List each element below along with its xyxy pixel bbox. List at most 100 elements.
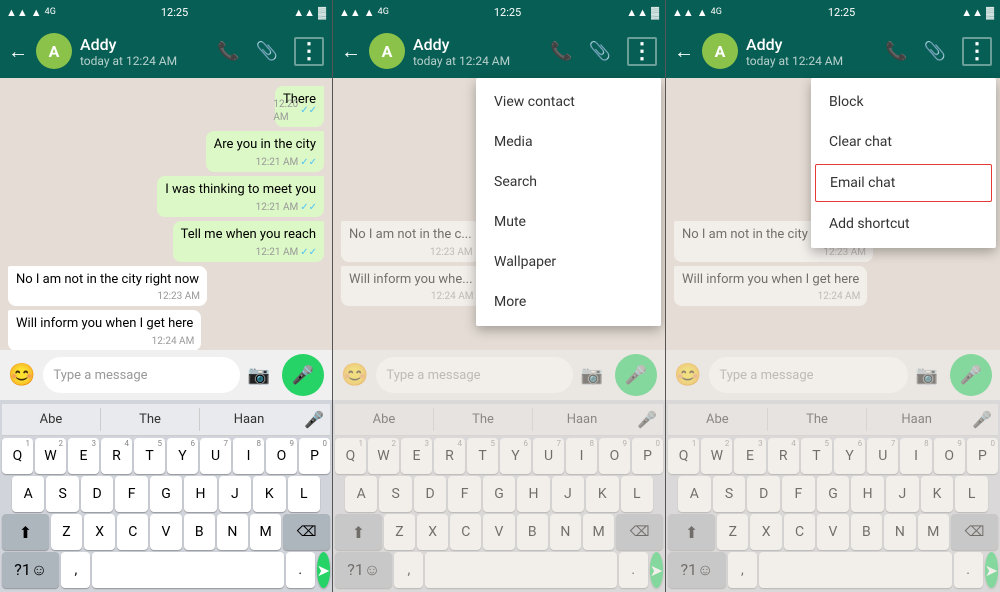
message-input-1[interactable]: Type a message [43, 357, 239, 393]
key-o-1[interactable]: O9 [266, 438, 297, 474]
mic-key-1[interactable]: 🎤 [298, 410, 330, 429]
key-i-1[interactable]: I8 [233, 438, 264, 474]
key-z-3[interactable]: Z [717, 514, 748, 550]
key-z-1[interactable]: Z [51, 514, 82, 550]
key-c-2[interactable]: C [450, 514, 481, 550]
key-b-3[interactable]: B [851, 514, 882, 550]
key-x-3[interactable]: X [750, 514, 781, 550]
key-m-2[interactable]: M [583, 514, 614, 550]
avatar-2[interactable]: A [369, 33, 405, 69]
key-i-2[interactable]: I8 [566, 438, 597, 474]
key-m-3[interactable]: M [918, 514, 949, 550]
key-emoji-3[interactable]: ?1☺ [668, 552, 726, 588]
key-j-3[interactable]: J [886, 476, 919, 512]
attachment-icon-3[interactable]: 📎 [924, 41, 946, 62]
dropdown-block[interactable]: Block [811, 82, 996, 122]
camera-button-3[interactable]: 📷 [916, 365, 938, 386]
key-w-3[interactable]: W2 [701, 438, 732, 474]
key-f-3[interactable]: F [782, 476, 815, 512]
key-g-1[interactable]: G [150, 476, 182, 512]
suggestion-abe-3[interactable]: Abe [668, 408, 768, 431]
key-r-1[interactable]: R4 [101, 438, 132, 474]
key-e-1[interactable]: E3 [68, 438, 99, 474]
key-v-2[interactable]: V [483, 514, 514, 550]
key-t-3[interactable]: T5 [801, 438, 832, 474]
key-v-1[interactable]: V [150, 514, 181, 550]
key-j-2[interactable]: J [552, 476, 584, 512]
key-space-3[interactable] [759, 552, 952, 588]
key-del-2[interactable]: ⌫ [616, 514, 663, 550]
key-c-1[interactable]: C [117, 514, 148, 550]
phone-icon-1[interactable]: 📞 [217, 41, 239, 62]
key-y-1[interactable]: Y6 [167, 438, 198, 474]
key-x-1[interactable]: X [84, 514, 115, 550]
key-k-3[interactable]: K [921, 476, 954, 512]
suggestion-the-3[interactable]: The [768, 408, 868, 431]
dropdown-add-shortcut[interactable]: Add shortcut [811, 204, 996, 244]
key-k-1[interactable]: K [253, 476, 285, 512]
key-d-2[interactable]: D [414, 476, 446, 512]
key-u-1[interactable]: U7 [200, 438, 231, 474]
key-z-2[interactable]: Z [384, 514, 415, 550]
suggestion-abe-2[interactable]: Abe [335, 408, 434, 431]
key-s-1[interactable]: S [46, 476, 78, 512]
key-p-2[interactable]: P0 [632, 438, 663, 474]
avatar-1[interactable]: A [36, 33, 72, 69]
key-n-2[interactable]: N [550, 514, 581, 550]
dropdown-search[interactable]: Search [476, 162, 661, 202]
key-b-1[interactable]: B [184, 514, 215, 550]
key-r-2[interactable]: R4 [434, 438, 465, 474]
key-x-2[interactable]: X [417, 514, 448, 550]
suggestion-the-1[interactable]: The [101, 408, 200, 431]
key-space-1[interactable] [92, 552, 284, 588]
key-e-3[interactable]: E3 [734, 438, 765, 474]
key-period-3[interactable]: . [954, 552, 983, 588]
key-h-3[interactable]: H [851, 476, 884, 512]
key-i-3[interactable]: I8 [900, 438, 931, 474]
key-c-3[interactable]: C [784, 514, 815, 550]
key-p-1[interactable]: P0 [299, 438, 330, 474]
emoji-button-3[interactable]: 😊 [674, 363, 701, 388]
back-button-3[interactable]: ← [674, 39, 694, 64]
key-f-1[interactable]: F [115, 476, 147, 512]
key-f-2[interactable]: F [448, 476, 480, 512]
key-q-3[interactable]: Q1 [668, 438, 699, 474]
dropdown-media[interactable]: Media [476, 122, 661, 162]
key-emoji-2[interactable]: ?1☺ [335, 552, 392, 588]
suggestion-the-2[interactable]: The [434, 408, 533, 431]
message-input-2[interactable]: Type a message [376, 357, 572, 393]
key-n-1[interactable]: N [217, 514, 248, 550]
key-t-1[interactable]: T5 [134, 438, 165, 474]
dropdown-email-chat[interactable]: Email chat [815, 164, 992, 202]
emoji-button-2[interactable]: 😊 [341, 363, 368, 388]
key-emoji-1[interactable]: ?1☺ [2, 552, 59, 588]
dropdown-clear-chat[interactable]: Clear chat [811, 122, 996, 162]
suggestion-haan-1[interactable]: Haan [200, 408, 298, 431]
key-u-2[interactable]: U7 [533, 438, 564, 474]
key-shift-1[interactable]: ⬆ [2, 514, 49, 550]
key-send-2[interactable]: ➤ [650, 552, 663, 588]
key-h-1[interactable]: H [184, 476, 216, 512]
attachment-icon-1[interactable]: 📎 [256, 41, 278, 62]
key-comma-3[interactable]: , [728, 552, 757, 588]
key-send-3[interactable]: ➤ [985, 552, 998, 588]
mic-button-1[interactable]: 🎤 [282, 354, 324, 396]
mic-key-2[interactable]: 🎤 [631, 410, 663, 429]
key-m-1[interactable]: M [250, 514, 281, 550]
key-l-2[interactable]: L [621, 476, 653, 512]
key-comma-2[interactable]: , [394, 552, 423, 588]
key-w-1[interactable]: W2 [35, 438, 66, 474]
more-button-2[interactable]: ⋮ [627, 37, 657, 66]
message-input-3[interactable]: Type a message [709, 357, 907, 393]
key-g-2[interactable]: G [483, 476, 515, 512]
key-del-3[interactable]: ⌫ [951, 514, 998, 550]
dropdown-mute[interactable]: Mute [476, 202, 661, 242]
key-a-2[interactable]: A [345, 476, 377, 512]
key-y-2[interactable]: Y6 [500, 438, 531, 474]
more-button-1[interactable]: ⋮ [294, 37, 324, 66]
key-space-2[interactable] [425, 552, 617, 588]
mic-button-2[interactable]: 🎤 [615, 354, 657, 396]
dropdown-view-contact[interactable]: View contact [476, 82, 661, 122]
key-w-2[interactable]: W2 [368, 438, 399, 474]
key-s-3[interactable]: S [713, 476, 746, 512]
